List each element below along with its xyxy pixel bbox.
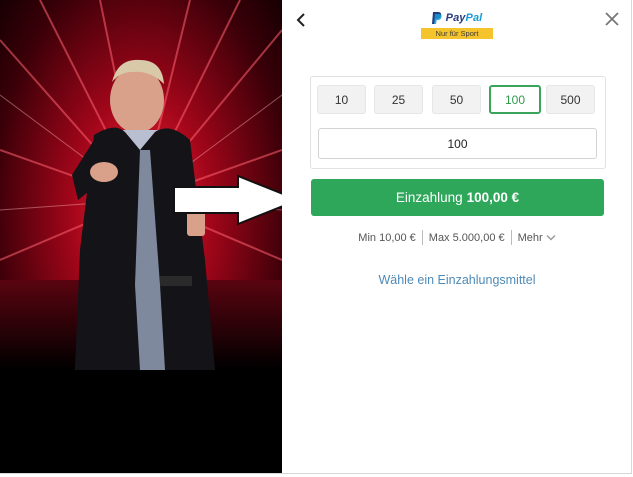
- promo-image: [0, 0, 282, 473]
- divider: [421, 230, 423, 245]
- amount-option-50[interactable]: 50: [432, 85, 481, 114]
- amount-option-100[interactable]: 100: [489, 85, 541, 114]
- amount-option-25[interactable]: 25: [374, 85, 423, 114]
- min-limit: Min 10,00 €: [358, 231, 416, 244]
- deposit-button-amount: 100,00 €: [466, 190, 520, 205]
- deposit-button[interactable]: Einzahlung 100,00 €: [311, 179, 604, 216]
- amount-option-10[interactable]: 10: [317, 85, 366, 114]
- max-limit: Max 5.000,00 €: [428, 231, 505, 244]
- deposit-limits: Min 10,00 € Max 5.000,00 € Mehr: [283, 230, 631, 245]
- chevron-down-icon: [546, 235, 556, 241]
- payment-panel: PayPal Nur für Sport 10 25 50 100 500 10…: [283, 0, 631, 473]
- close-button[interactable]: [603, 10, 621, 28]
- payment-method-header: PayPal Nur für Sport: [421, 10, 493, 39]
- divider: [510, 230, 512, 245]
- paypal-logo: PayPal: [421, 10, 493, 26]
- chevron-left-icon: [296, 13, 305, 27]
- back-button[interactable]: [295, 12, 311, 30]
- deposit-button-label: Einzahlung: [395, 190, 463, 205]
- more-label: Mehr: [517, 231, 543, 244]
- promo-illustration: [0, 0, 282, 473]
- amount-option-500[interactable]: 500: [546, 85, 595, 114]
- paypal-wordmark: PayPal: [445, 12, 483, 24]
- choose-payment-method-link[interactable]: Wähle ein Einzahlungsmittel: [283, 273, 631, 287]
- more-toggle[interactable]: Mehr: [518, 232, 556, 244]
- deposit-window: PayPal Nur für Sport 10 25 50 100 500 10…: [0, 0, 632, 474]
- amount-selector: 10 25 50 100 500 100: [310, 76, 606, 169]
- paypal-icon: [431, 12, 442, 24]
- close-icon: [605, 12, 619, 26]
- sport-only-badge: Nur für Sport: [421, 28, 493, 39]
- amount-input[interactable]: 100: [318, 128, 597, 159]
